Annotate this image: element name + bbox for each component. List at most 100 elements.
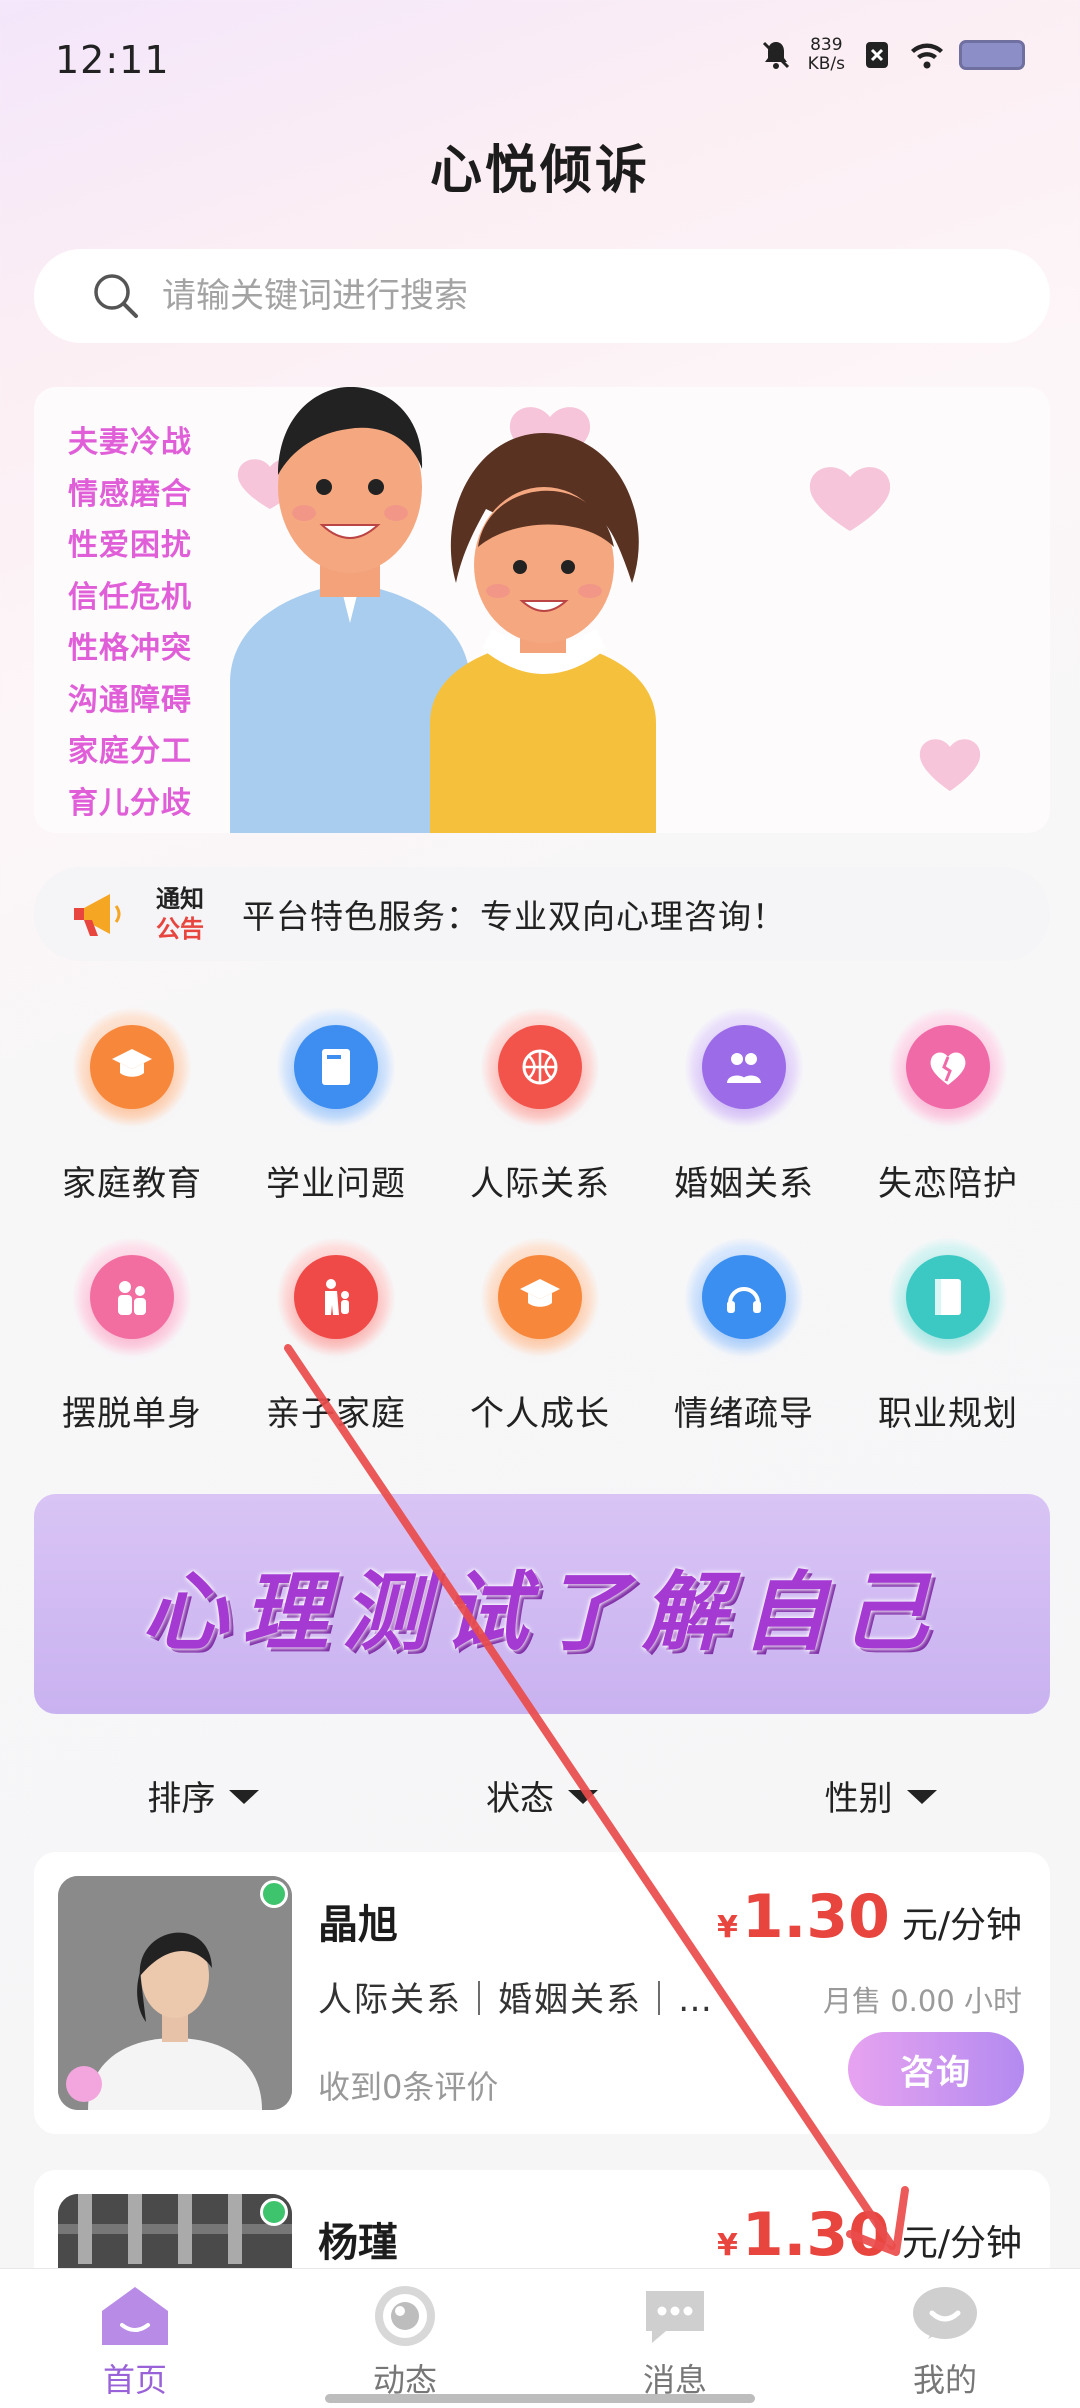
notice-bar[interactable]: 通知 公告 平台特色服务：专业双向心理咨询！ (34, 867, 1050, 961)
category-icon-halo (73, 1008, 191, 1126)
banner-tag: 情感磨合 (68, 476, 192, 512)
couple-icon (727, 1053, 761, 1083)
category-label: 失恋陪护 (878, 1164, 1018, 1204)
search-input[interactable] (162, 276, 962, 316)
nav-profile[interactable]: 我的 (810, 2269, 1080, 2408)
megaphone-icon (74, 894, 121, 936)
page-title: 心悦倾诉 (429, 141, 650, 201)
psych-test-banner-text: 心理测试了解自己 (142, 1562, 942, 1663)
category-icon-circle (498, 1255, 582, 1339)
category-icon-halo (277, 1238, 395, 1356)
caret-down-icon (906, 1790, 937, 1804)
counselor-card[interactable]: 晶旭 ¥ 1.30 元/分钟 人际关系｜婚姻关系｜… 月售 0.00 小时 收到… (34, 1852, 1050, 2134)
broken-heart-icon (930, 1052, 966, 1085)
home-icon (102, 2287, 168, 2345)
headphones-icon (727, 1287, 761, 1313)
category-label: 个人成长 (470, 1394, 610, 1434)
banner-tag: 家庭分工 (68, 734, 192, 769)
category-icon-halo (685, 1238, 803, 1356)
notice-tag: 通知 公告 (156, 885, 204, 943)
status-bar: 12:11 839 KB/s (0, 0, 1080, 120)
consult-button[interactable]: 咨询 (848, 2032, 1024, 2106)
category-label: 摆脱单身 (62, 1394, 202, 1434)
verified-badge-icon (66, 2066, 102, 2102)
psych-test-banner[interactable]: 心理测试了解自己 (34, 1494, 1050, 1714)
counselor-specialties: 人际关系｜婚姻关系｜… (318, 1980, 714, 2020)
graduation-cap-icon (520, 1279, 560, 1307)
category-item[interactable]: 职业规划 (846, 1230, 1050, 1470)
moments-icon (375, 2286, 435, 2346)
promo-banner[interactable]: 夫妻冷战 情感磨合 性爱困扰 信任危机 性格冲突 沟通障碍 家庭分工 育儿分歧 (34, 387, 1050, 833)
category-icon-halo (73, 1238, 191, 1356)
couple-illustration (230, 387, 981, 833)
counselor-review-count: 收到0条评价 (318, 2068, 499, 2106)
online-status-dot (260, 2198, 288, 2226)
category-icon-circle (906, 1025, 990, 1109)
nav-home-label: 首页 (102, 2361, 167, 2399)
search-icon (94, 274, 138, 318)
filter-status[interactable]: 状态 (373, 1760, 712, 1830)
category-icon-circle (294, 1255, 378, 1339)
network-speed: 839 KB/s (807, 35, 845, 74)
category-icon-halo (277, 1008, 395, 1126)
home-indicator[interactable] (325, 2394, 755, 2403)
category-item[interactable]: 亲子家庭 (234, 1230, 438, 1470)
counselor-price: ¥ 1.30 元/分钟 (716, 2200, 1022, 2270)
category-label: 职业规划 (878, 1394, 1018, 1434)
nav-profile-label: 我的 (912, 2361, 977, 2399)
category-item[interactable]: 失恋陪护 (846, 1000, 1050, 1230)
nav-messages[interactable]: 消息 (540, 2269, 810, 2408)
category-item[interactable]: 学业问题 (234, 1000, 438, 1230)
notice-text: 平台特色服务：专业双向心理咨询！ (242, 897, 786, 936)
category-item[interactable]: 个人成长 (438, 1230, 642, 1470)
graduation-cap-icon (112, 1049, 152, 1077)
counselor-price: ¥ 1.30 元/分钟 (716, 1882, 1022, 1952)
basketball-icon (522, 1049, 558, 1085)
category-icon-circle (294, 1025, 378, 1109)
category-item[interactable]: 人际关系 (438, 1000, 642, 1230)
category-label: 学业问题 (266, 1164, 406, 1204)
category-label: 家庭教育 (62, 1164, 202, 1204)
filter-sort-label: 排序 (147, 1778, 216, 1819)
filter-bar: 排序 状态 性别 (34, 1760, 1050, 1830)
status-icons: 839 KB/s (758, 36, 1025, 74)
banner-tag: 性爱困扰 (68, 528, 192, 563)
category-icon-halo (481, 1008, 599, 1126)
category-item[interactable]: 婚姻关系 (642, 1000, 846, 1230)
nav-home[interactable]: 首页 (0, 2269, 270, 2408)
no-sim-icon (866, 42, 888, 68)
banner-tag: 性格冲突 (68, 631, 192, 666)
nav-moments[interactable]: 动态 (270, 2269, 540, 2408)
filter-status-label: 状态 (486, 1778, 554, 1819)
banner-tag: 沟通障碍 (68, 682, 192, 718)
status-time: 12:11 (55, 38, 170, 82)
counselor-avatar[interactable] (58, 1876, 292, 2110)
category-grid: 家庭教育 学业问题 人际关系 婚姻关系 失恋陪护摆脱单身 亲子家庭 个人成长 情绪疏导 职业规划 (30, 1000, 1050, 1460)
category-icon-circle (498, 1025, 582, 1109)
category-label: 情绪疏导 (674, 1394, 814, 1434)
category-icon-circle (90, 1025, 174, 1109)
filter-gender[interactable]: 性别 (711, 1760, 1050, 1830)
search-bar[interactable] (34, 249, 1050, 343)
category-label: 人际关系 (470, 1164, 610, 1204)
parent-child-icon (325, 1279, 349, 1315)
category-item[interactable]: 摆脱单身 (30, 1230, 234, 1470)
caret-down-icon (229, 1790, 260, 1804)
banner-tag: 夫妻冷战 (68, 425, 192, 460)
category-icon-circle (702, 1255, 786, 1339)
category-label: 婚姻关系 (674, 1164, 814, 1204)
category-label: 亲子家庭 (266, 1394, 406, 1434)
banner-tag-list: 夫妻冷战 情感磨合 性爱困扰 信任危机 性格冲突 沟通障碍 家庭分工 育儿分歧 (68, 417, 192, 829)
mute-bell-icon (762, 41, 789, 69)
category-item[interactable]: 家庭教育 (30, 1000, 234, 1230)
online-status-dot (260, 1880, 288, 1908)
filter-sort[interactable]: 排序 (34, 1760, 373, 1830)
wifi-icon (911, 43, 943, 69)
profile-icon (913, 2287, 977, 2339)
bottom-nav: 首页 动态 消息 我的 (0, 2268, 1080, 2408)
banner-tag: 育儿分歧 (68, 785, 192, 821)
category-icon-circle (906, 1255, 990, 1339)
category-icon-halo (889, 1238, 1007, 1356)
message-icon (646, 2291, 704, 2343)
category-item[interactable]: 情绪疏导 (642, 1230, 846, 1470)
